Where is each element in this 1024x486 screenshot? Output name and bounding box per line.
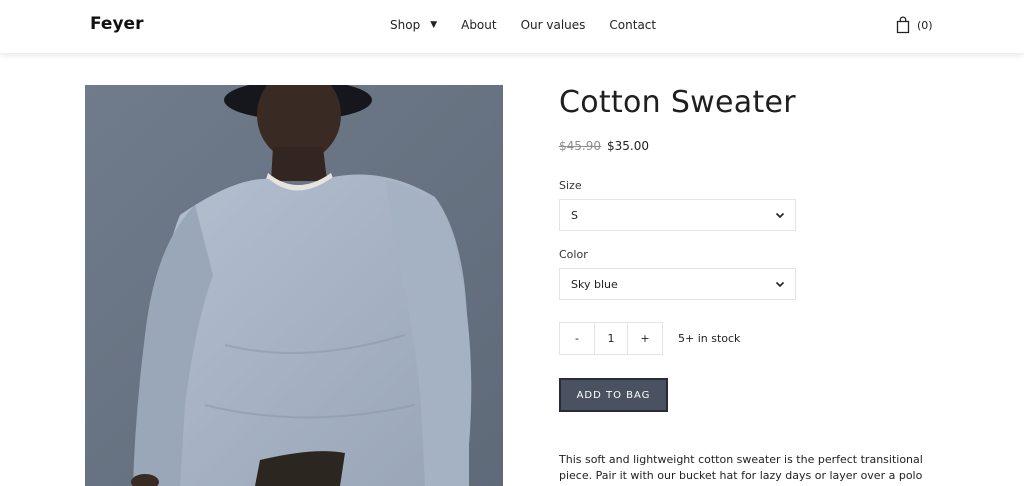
price-block: $45.90 $35.00 xyxy=(559,139,649,153)
nav-item-about[interactable]: About xyxy=(461,18,496,32)
chevron-down-icon xyxy=(775,212,785,219)
caret-down-icon: ▼ xyxy=(430,20,438,30)
add-to-bag-button[interactable]: ADD TO BAG xyxy=(559,378,668,412)
cart-count: (0) xyxy=(917,18,933,32)
size-select[interactable]: S xyxy=(559,199,796,231)
sale-price: $35.00 xyxy=(607,139,649,153)
main-nav: Shop ▼ About Our values Contact xyxy=(390,18,680,32)
nav-item-shop-label: Shop xyxy=(390,18,421,32)
original-price: $45.90 xyxy=(559,139,601,153)
color-select[interactable]: Sky blue xyxy=(559,268,796,300)
quantity-increase-button[interactable]: + xyxy=(628,323,662,354)
product-photo-illustration xyxy=(85,85,503,486)
nav-item-our-values[interactable]: Our values xyxy=(521,18,586,32)
size-selected-value: S xyxy=(571,208,578,222)
quantity-decrease-button[interactable]: - xyxy=(560,323,594,354)
shopping-bag-icon xyxy=(896,16,910,34)
color-selected-value: Sky blue xyxy=(571,277,618,291)
nav-item-contact[interactable]: Contact xyxy=(609,18,656,32)
top-navigation-bar: Feyer Shop ▼ About Our values Contact (0… xyxy=(0,0,1024,53)
size-label: Size xyxy=(559,179,582,192)
brand-logo[interactable]: Feyer xyxy=(90,14,143,34)
cart-button[interactable]: (0) xyxy=(896,16,933,34)
product-title: Cotton Sweater xyxy=(559,85,796,120)
color-label: Color xyxy=(559,248,588,261)
chevron-down-icon xyxy=(775,281,785,288)
quantity-stepper: - 1 + xyxy=(559,322,663,355)
product-photo xyxy=(85,85,503,486)
nav-item-shop[interactable]: Shop ▼ xyxy=(390,18,437,32)
quantity-input[interactable]: 1 xyxy=(594,323,628,354)
stock-status: 5+ in stock xyxy=(678,332,741,345)
product-description: This soft and lightweight cotton sweater… xyxy=(559,453,923,486)
